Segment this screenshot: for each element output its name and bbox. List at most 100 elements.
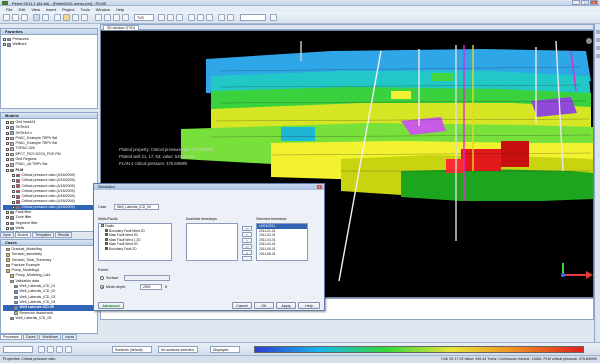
add-button[interactable]: + [242, 250, 252, 255]
redo-icon[interactable] [42, 14, 49, 21]
time-select[interactable] [3, 346, 33, 353]
remove-button[interactable]: - [242, 256, 252, 261]
property-icon [10, 163, 14, 167]
mean-depth-radio[interactable] [100, 285, 104, 289]
rotate-icon[interactable] [122, 14, 129, 21]
menu-window[interactable]: Window [96, 7, 110, 12]
advanced-button[interactable]: Advanced [98, 302, 124, 309]
folder-icon [7, 37, 11, 42]
open-project-icon[interactable] [12, 14, 19, 21]
case-icon [6, 247, 10, 252]
wells-faults-tree[interactable]: Faults Boundary Fault West 2D Main Fault… [98, 223, 172, 261]
minimize-button[interactable]: _ [572, 0, 580, 5]
case-icon [10, 274, 14, 278]
surface-radio[interactable] [100, 276, 104, 280]
tab-models[interactable]: Models [14, 232, 32, 238]
print-icon[interactable] [54, 14, 61, 21]
help-button[interactable]: Help [298, 302, 320, 309]
pan-icon[interactable] [104, 14, 111, 21]
stop-icon[interactable] [56, 346, 63, 353]
move-right-button[interactable]: > [242, 232, 252, 237]
menu-edit[interactable]: Edit [18, 7, 25, 12]
new-project-icon[interactable] [3, 14, 10, 21]
mean-depth-field[interactable]: 2500 [140, 284, 162, 290]
view-side-icon[interactable] [176, 14, 183, 21]
cancel-button[interactable]: Cancel [232, 302, 252, 309]
tab-input[interactable]: Input [0, 232, 14, 238]
step-icon[interactable] [65, 346, 72, 353]
case-icon [10, 316, 14, 321]
surfaces-select-2[interactable]: No surfaces selected [158, 346, 198, 353]
view-front-icon[interactable] [167, 14, 174, 21]
surface-icon [10, 126, 14, 130]
camera-icon[interactable] [206, 14, 213, 21]
save-project-icon[interactable] [21, 14, 28, 21]
property-icon [10, 142, 14, 146]
overlay-line-3: PLAN 4 critical pressure: 475.6/6990 [119, 161, 188, 166]
close-button[interactable]: × [590, 0, 598, 5]
tab-workflows[interactable]: Workflows [39, 334, 62, 340]
property-icon [10, 152, 14, 157]
menu-help[interactable]: Help [116, 7, 124, 12]
view-top-icon[interactable] [158, 14, 165, 21]
simulator-dialog: Simulator × Case Well_Laterals_ICD_04 We… [93, 183, 325, 311]
light-icon[interactable] [197, 14, 204, 21]
mean-depth-unit: ft [165, 284, 167, 289]
tab-inputs[interactable]: Inputs [62, 334, 78, 340]
zoom-icon[interactable] [596, 38, 600, 42]
cut-icon[interactable] [72, 14, 79, 21]
copy-icon[interactable] [81, 14, 88, 21]
undo-icon[interactable] [33, 14, 40, 21]
pointer-icon[interactable] [596, 30, 600, 34]
tree-node[interactable]: Boundary Fault 2D [99, 246, 171, 252]
available-timesteps-list[interactable] [186, 223, 238, 261]
play-back-icon[interactable] [38, 346, 45, 353]
filter-icon[interactable] [270, 14, 277, 21]
info-icon[interactable] [227, 14, 234, 21]
grid-icon[interactable] [188, 14, 195, 21]
menu-view[interactable]: View [31, 7, 40, 12]
filter-icon [10, 216, 14, 220]
tab-processes[interactable]: Processes [0, 334, 22, 340]
measure-icon[interactable] [218, 14, 225, 21]
orientation-axes-icon [561, 263, 593, 279]
mean-depth-label: Mean depth: [106, 284, 126, 289]
display-mode-select[interactable]: Displayed [210, 346, 240, 353]
maximize-button[interactable]: □ [581, 0, 589, 5]
menu-insert[interactable]: Insert [46, 7, 56, 12]
tree-item[interactable]: Well_Laterals_ICD_05 [3, 316, 95, 321]
list-item[interactable]: 2011-06-01 [257, 252, 307, 257]
domain-select[interactable]: TVD [134, 14, 154, 21]
filter-select[interactable] [240, 14, 266, 21]
selected-timesteps-list[interactable]: 10/01/2011 2011-01-01 2011-02-01 2011-03… [256, 223, 308, 261]
case-icon [6, 258, 10, 262]
case-icon [6, 263, 10, 268]
ok-button[interactable]: OK [254, 302, 274, 309]
explorer-tabs: Input Models Templates Results [0, 232, 73, 238]
folder-icon [7, 43, 11, 47]
case-icon [14, 311, 18, 315]
tab-cases[interactable]: Cases [22, 334, 39, 340]
play-icon[interactable] [47, 346, 54, 353]
move-all-right-button[interactable]: >> [242, 226, 252, 231]
zoom-icon[interactable] [113, 14, 120, 21]
case-field[interactable]: Well_Laterals_ICD_04 [114, 204, 159, 210]
folder-icon[interactable] [63, 14, 70, 21]
select-icon[interactable] [95, 14, 102, 21]
move-all-left-button[interactable]: << [242, 244, 252, 249]
compass-icon[interactable] [586, 38, 592, 44]
surfaces-select[interactable]: Surfaces (default) [112, 346, 152, 353]
surface-field[interactable] [124, 275, 170, 281]
tab-templates[interactable]: Templates [32, 232, 54, 238]
tab-results[interactable]: Results [54, 232, 73, 238]
menu-file[interactable]: File [6, 7, 12, 12]
tree-item[interactable]: Wellbore [3, 42, 95, 47]
cases-header: Cases [1, 240, 97, 246]
pan-icon[interactable] [596, 54, 600, 58]
menu-project[interactable]: Project [62, 7, 74, 12]
apply-button[interactable]: Apply [276, 302, 296, 309]
dialog-close-button[interactable]: × [317, 185, 322, 189]
rotate-icon[interactable] [596, 46, 600, 50]
menu-tools[interactable]: Tools [80, 7, 89, 12]
move-left-button[interactable]: < [242, 238, 252, 243]
